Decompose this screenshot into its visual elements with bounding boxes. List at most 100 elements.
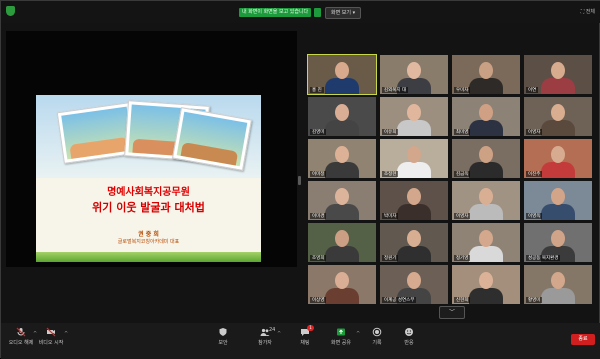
participant-tile[interactable]: 김외복지 대 <box>380 55 448 94</box>
participant-body <box>541 78 575 94</box>
participant-name: 이영자 <box>454 213 471 219</box>
participants-label: 참가자 <box>258 340 272 346</box>
participant-body <box>325 78 359 94</box>
presenter-name: 권 중 희 <box>138 231 159 238</box>
participant-tile[interactable]: 이유희 <box>380 97 448 136</box>
participant-tile[interactable]: 이상영 <box>308 265 376 304</box>
participant-body <box>541 288 575 304</box>
participant-face <box>407 188 421 205</box>
participant-name: 황영미 <box>526 297 543 303</box>
participants-options-caret[interactable]: ^ <box>277 331 281 337</box>
participant-face <box>479 188 493 205</box>
participant-face <box>479 146 493 163</box>
participant-body <box>469 204 503 220</box>
participant-face <box>407 62 421 79</box>
participant-name: 조정현 <box>382 171 399 177</box>
zoom-window: 내 화면이 화면을 보고 있습니다 화면 보기 ▾ ⛶ 전체 명예사회복지공무원… <box>0 0 600 359</box>
participant-tile[interactable]: 이영자 <box>524 97 592 136</box>
participant-name: 이미경 <box>310 213 327 219</box>
participant-tile[interactable]: 이영옥 <box>524 181 592 220</box>
participant-name: 이영옥 <box>526 213 543 219</box>
participant-body <box>469 120 503 136</box>
banner-stop-icon[interactable] <box>314 8 322 17</box>
participant-tile[interactable]: 황영미 <box>524 265 592 304</box>
participant-name: 우미자 <box>454 87 471 93</box>
participant-tile[interactable]: 이진주 <box>524 139 592 178</box>
participant-face <box>335 146 349 163</box>
shield-icon[interactable] <box>6 6 15 16</box>
participant-name: 김외복지 대 <box>382 87 409 93</box>
video-options-caret[interactable]: ^ <box>64 331 68 337</box>
recording-banner[interactable]: 내 화면이 화면을 보고 있습니다 <box>239 7 322 18</box>
split-handle[interactable] <box>298 176 301 185</box>
participant-tile[interactable]: 김금옥 <box>452 139 520 178</box>
participant-name: 신현희 <box>454 297 471 303</box>
presentation-slide: 명예사회복지공무원 위기 이웃 발굴과 대처법 권 중 희 글로벌복지코칭아카데… <box>36 95 261 262</box>
participant-tile[interactable]: 이계공 성연스무 <box>380 265 448 304</box>
participant-name: 이연 <box>526 87 539 93</box>
chat-unread-badge: 1 <box>307 325 314 331</box>
participant-face <box>551 272 565 289</box>
share-screen-button[interactable]: 화면 공유 <box>321 327 361 346</box>
grass-decoration <box>36 252 261 262</box>
participant-tile[interactable]: 정기영 <box>452 223 520 262</box>
participant-tile[interactable]: 정원기 <box>380 223 448 262</box>
participant-face <box>551 62 565 79</box>
meeting-controls: 오디오 해제 ^ 비디오 시작 ^ 보안 참가자 24 ^ 채팅 1 화면 공유… <box>1 323 600 359</box>
gallery-next-page-button[interactable]: ﹀ <box>439 306 465 319</box>
participant-name: 최미영 <box>454 129 471 135</box>
participant-tile[interactable]: 최미영 <box>452 97 520 136</box>
shared-screen: 명예사회복지공무원 위기 이웃 발굴과 대처법 권 중 희 글로벌복지코칭아카데… <box>6 31 297 267</box>
participant-face <box>407 230 421 247</box>
participant-name: 이영자 <box>526 129 543 135</box>
participant-tile[interactable]: 이영자 <box>452 181 520 220</box>
participant-name: 홍 진 <box>310 87 324 93</box>
participant-name: 정기영 <box>454 255 471 261</box>
record-icon <box>372 327 382 337</box>
smiley-icon <box>405 328 413 336</box>
participant-face <box>479 272 493 289</box>
participant-name: 이계공 성연스무 <box>382 297 417 303</box>
participant-name: 이상영 <box>310 297 327 303</box>
end-meeting-button[interactable]: 종료 <box>571 334 595 345</box>
participant-face <box>551 146 565 163</box>
share-screen-label: 화면 공유 <box>331 340 351 346</box>
participant-face <box>479 104 493 121</box>
participant-name: 박미자 <box>382 213 399 219</box>
participant-name: 정원기 <box>382 255 399 261</box>
participant-face <box>335 62 349 79</box>
security-button[interactable]: 보안 <box>203 327 243 346</box>
banner-text: 내 화면이 화면을 보고 있습니다 <box>239 8 312 17</box>
slide-title-line1: 명예사회복지공무원 <box>107 187 190 198</box>
participant-tile[interactable]: 우미자 <box>452 55 520 94</box>
participant-tile[interactable]: 이미경 <box>308 181 376 220</box>
chat-button[interactable]: 채팅 <box>285 327 325 346</box>
participant-body <box>541 162 575 178</box>
participant-tile[interactable]: 홍 진 <box>307 54 377 95</box>
participant-tile[interactable]: 이미정 <box>308 139 376 178</box>
participant-body <box>325 204 359 220</box>
participant-name: 김영미 <box>310 129 327 135</box>
participant-body <box>325 162 359 178</box>
participant-name: 김금옥 <box>454 171 471 177</box>
participant-tile[interactable]: 이연 <box>524 55 592 94</box>
participant-face <box>335 230 349 247</box>
reactions-button[interactable]: 반응 <box>389 327 429 346</box>
participant-body <box>397 246 431 262</box>
participant-tile[interactable]: 김영미 <box>308 97 376 136</box>
fullscreen-button[interactable]: ⛶ 전체 <box>581 8 595 15</box>
participant-tile[interactable]: 박미자 <box>380 181 448 220</box>
security-label: 보안 <box>218 340 228 346</box>
participant-tile[interactable]: 신현희 <box>452 265 520 304</box>
participant-tile[interactable]: 성공동 복지환경 <box>524 223 592 262</box>
participant-face <box>479 230 493 247</box>
participant-tile[interactable]: 조정현 <box>380 139 448 178</box>
participant-body <box>397 204 431 220</box>
reactions-label: 반응 <box>404 340 414 346</box>
participant-body <box>469 162 503 178</box>
participant-body <box>469 288 503 304</box>
participant-tile[interactable]: 조영희 <box>308 223 376 262</box>
participant-body <box>469 246 503 262</box>
participant-face <box>335 272 349 289</box>
view-options-button[interactable]: 화면 보기 ▾ <box>325 7 362 19</box>
